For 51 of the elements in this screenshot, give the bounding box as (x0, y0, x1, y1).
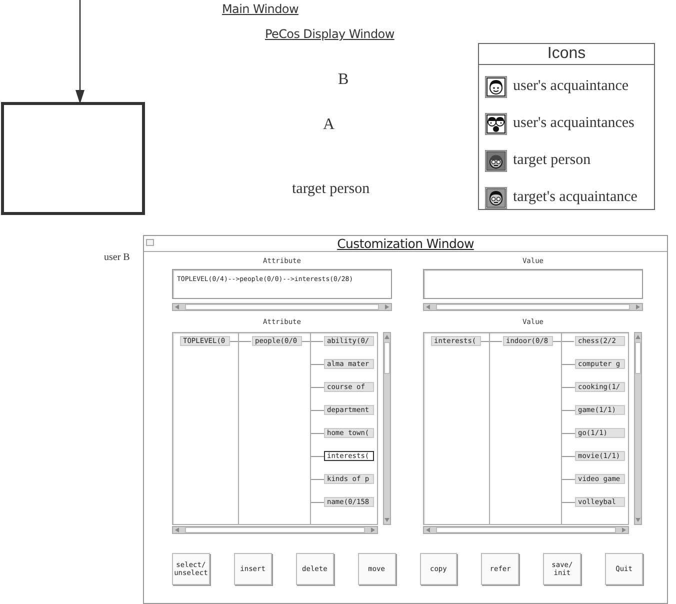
horizontal-scrollbar[interactable] (172, 303, 392, 311)
connector-line (311, 432, 324, 434)
face-with-glasses-icon (485, 150, 507, 172)
window-label: Main Window (222, 2, 298, 16)
left-arrow-icon[interactable] (425, 304, 431, 310)
connector-line (311, 478, 324, 480)
connector-line (311, 386, 324, 388)
connector-line (302, 340, 323, 342)
figure-label: B (338, 71, 349, 89)
legend-label: target person (513, 152, 591, 169)
horizontal-scrollbar[interactable] (172, 526, 378, 534)
scrollbar-thumb[interactable] (185, 527, 365, 533)
down-arrow-icon[interactable] (635, 517, 641, 523)
vertical-scrollbar[interactable] (634, 332, 642, 525)
connector-line (481, 340, 502, 342)
window-menu-button[interactable] (146, 239, 154, 246)
legend-label: user's acquaintance (513, 78, 629, 95)
scrollbar-thumb[interactable] (635, 342, 641, 374)
user-label: user B (104, 252, 130, 263)
connector-line (230, 340, 251, 342)
left-arrow-icon[interactable] (425, 527, 431, 533)
left-arrow-icon[interactable] (174, 527, 180, 533)
right-arrow-icon[interactable] (621, 527, 627, 533)
scrollbar-thumb[interactable] (384, 342, 390, 374)
window-label: PeCos Display Window (265, 27, 394, 41)
right-arrow-icon[interactable] (370, 527, 376, 533)
connector-line (562, 478, 575, 480)
right-arrow-icon[interactable] (635, 304, 641, 310)
up-arrow-icon[interactable] (635, 334, 641, 340)
figure-label: A (323, 116, 335, 134)
cartoon-face-icon (485, 76, 507, 98)
right-arrow-icon[interactable] (384, 304, 390, 310)
two-faces-icon (485, 112, 507, 134)
legend-label: user's acquaintances (513, 115, 634, 132)
legend-title: Icons (479, 44, 654, 65)
figure-label: target person (292, 181, 370, 198)
scrollbar-thumb[interactable] (436, 304, 630, 310)
path-field[interactable] (423, 269, 643, 299)
connector-line (562, 386, 575, 388)
connector-line (553, 340, 574, 342)
horizontal-scrollbar[interactable] (423, 303, 643, 311)
down-arrow-icon[interactable] (384, 517, 390, 523)
horizontal-scrollbar[interactable] (423, 526, 629, 534)
scrollbar-thumb[interactable] (436, 527, 616, 533)
left-arrow-icon[interactable] (174, 304, 180, 310)
vertical-scrollbar[interactable] (383, 332, 391, 525)
up-arrow-icon[interactable] (384, 334, 390, 340)
scrollbar-thumb[interactable] (185, 304, 379, 310)
window-title: Customization Window (337, 236, 474, 251)
connector-line (562, 432, 575, 434)
legend-label: target's acquaintance (513, 189, 638, 206)
